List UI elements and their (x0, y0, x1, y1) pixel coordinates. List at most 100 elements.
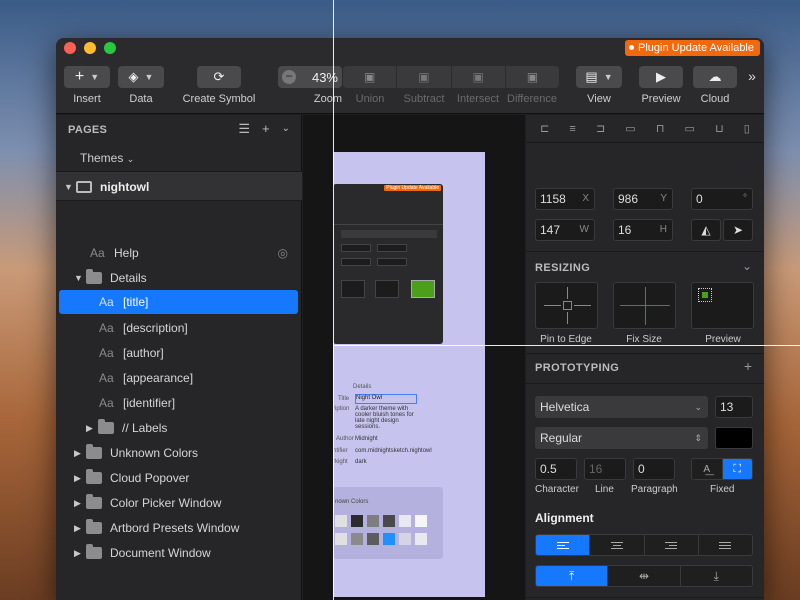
flip-vertical-button[interactable]: ➤ (723, 219, 753, 241)
page-item-nightowl[interactable]: ▼ nightowl (56, 171, 302, 201)
disclosure-closed-icon[interactable]: ▶ (86, 423, 98, 434)
text-color-swatch[interactable] (715, 427, 753, 449)
disclosure-closed-icon[interactable]: ▶ (74, 548, 86, 559)
pin-to-edge-control[interactable] (535, 282, 598, 329)
align-text-center-button[interactable] (590, 535, 645, 555)
canvas-title-label: Title (338, 396, 350, 402)
zoom-value: 43% (311, 69, 338, 85)
distribute-v-icon[interactable]: ▯ (744, 122, 750, 135)
create-symbol-label: Create Symbol (182, 93, 256, 105)
align-top-icon[interactable]: ⊓ (656, 122, 665, 135)
layer-description[interactable]: Aa [description] (56, 316, 302, 340)
align-middle-icon[interactable]: ▭ (685, 122, 695, 135)
cloud-button[interactable]: ☁ (693, 66, 737, 88)
layer-title-selected[interactable]: Aa [title] (59, 290, 298, 314)
hidden-eye-icon[interactable]: ◎ (278, 246, 288, 260)
distribute-h-icon[interactable]: ▭ (625, 122, 635, 135)
align-bottom-icon[interactable]: ⊔ (715, 122, 724, 135)
union-button[interactable]: ▣ (343, 66, 398, 88)
rotation-field[interactable]: 0 ° (691, 188, 753, 210)
font-weight-select[interactable]: Regular ⇕ (535, 427, 708, 449)
insert-button[interactable]: + ▼ (64, 66, 110, 88)
width-field[interactable]: 147 W (535, 219, 595, 241)
layer-details[interactable]: ▼ Details (56, 266, 302, 290)
data-button[interactable]: ◈ ▼ (118, 66, 164, 88)
subtract-button[interactable]: ▣ (397, 66, 452, 88)
align-left-icon[interactable]: ⊏ (540, 122, 549, 135)
chevron-down-icon[interactable]: ⌄ (742, 259, 752, 273)
text-layer-icon: Aa (99, 371, 114, 385)
view-button[interactable]: ▤ ▼ (576, 66, 622, 88)
rotation-suffix: ° (743, 193, 747, 204)
fix-size-control[interactable] (613, 282, 676, 329)
disclosure-closed-icon[interactable]: ▶ (74, 448, 86, 459)
layer-artbord-presets-window[interactable]: ▶ Artbord Presets Window (56, 516, 302, 540)
preview-button[interactable]: ▶ (639, 66, 683, 88)
paragraph-spacing-field[interactable]: 0 (633, 458, 675, 480)
fixed-label: Fixed (710, 484, 735, 495)
align-text-left-button[interactable] (536, 535, 591, 555)
align-justify-icon (719, 541, 732, 549)
page-name: nightowl (100, 180, 150, 194)
layer-document-window[interactable]: ▶ Document Window (56, 541, 302, 565)
canvas-details-label: Details (353, 384, 372, 390)
font-family-select[interactable]: Helvetica ⌄ (535, 396, 708, 418)
align-text-right-button[interactable] (645, 535, 699, 555)
layer-appearance[interactable]: Aa [appearance] (56, 366, 302, 390)
disclosure-open-icon[interactable]: ▼ (64, 182, 76, 192)
themes-label: Themes (80, 151, 124, 165)
themes-dropdown[interactable]: Themes ⌄ (80, 151, 134, 165)
disclosure-closed-icon[interactable]: ▶ (74, 473, 86, 484)
layer-help[interactable]: Aa Help ◎ (56, 241, 302, 265)
list-icon[interactable]: ☰ (238, 121, 250, 137)
chevron-down-icon[interactable]: ⌄ (282, 121, 290, 137)
valign-bottom-button[interactable]: ⤓ (681, 566, 752, 586)
layer-label: Cloud Popover (110, 471, 190, 485)
zoom-out-icon[interactable]: − (282, 70, 296, 84)
layer-label: // Labels (122, 421, 168, 435)
layer-identifier[interactable]: Aa [identifier] (56, 391, 302, 415)
toolbar-overflow[interactable]: » (744, 68, 760, 84)
flip-horizontal-button[interactable]: ◭ (691, 219, 721, 241)
disclosure-open-icon[interactable]: ▼ (74, 273, 86, 283)
height-field[interactable]: 16 H (613, 219, 673, 241)
align-text-justify-button[interactable] (699, 535, 752, 555)
layer-labels[interactable]: ▶ // Labels (56, 416, 302, 440)
valign-middle-icon: ⇹ (638, 569, 650, 583)
character-spacing-field[interactable]: 0.5 (535, 458, 577, 480)
prototyping-header: PROTOTYPING (535, 362, 620, 374)
canvas-author-value: Midnight (355, 436, 378, 442)
disclosure-closed-icon[interactable]: ▶ (74, 523, 86, 534)
layer-cloud-popover[interactable]: ▶ Cloud Popover (56, 466, 302, 490)
line-height-field[interactable]: 16 (584, 458, 626, 480)
align-center-h-icon[interactable]: ≡ (569, 123, 575, 135)
align-right-icon[interactable]: ⊐ (596, 122, 605, 135)
layer-color-picker-window[interactable]: ▶ Color Picker Window (56, 491, 302, 515)
valign-top-button[interactable]: ⤒ (536, 566, 609, 586)
auto-width-button[interactable]: A͟ (692, 459, 723, 479)
minimize-window-button[interactable] (84, 42, 96, 54)
intersect-button[interactable]: ▣ (452, 66, 506, 88)
layer-author[interactable]: Aa [author] (56, 341, 302, 365)
canvas-desc-value: A darker theme with cooler bluish tones … (355, 406, 414, 430)
difference-button[interactable]: ▣ (506, 66, 559, 88)
create-symbol-button[interactable]: ⟳ (197, 66, 241, 88)
valign-middle-button[interactable]: ⇹ (608, 566, 681, 586)
canvas[interactable]: Plugin Update Available Details Title Ni… (303, 115, 525, 600)
add-page-icon[interactable]: + (262, 121, 270, 137)
artboard[interactable]: Plugin Update Available Details Title Ni… (333, 152, 485, 597)
canvas-title-value[interactable]: Night Owl (355, 394, 417, 404)
h-suffix: H (659, 224, 667, 235)
add-prototype-icon[interactable]: + (744, 358, 752, 374)
chevron-down-icon: ⌄ (126, 154, 135, 164)
x-field[interactable]: 1158 X (535, 188, 595, 210)
zoom-window-button[interactable] (104, 42, 116, 54)
disclosure-closed-icon[interactable]: ▶ (74, 498, 86, 509)
chevron-down-icon: ▼ (603, 72, 613, 82)
fixed-size-button[interactable]: ⛶ (722, 459, 752, 479)
y-field[interactable]: 986 Y (613, 188, 673, 210)
close-window-button[interactable] (64, 42, 76, 54)
layer-unknown-colors[interactable]: ▶ Unknown Colors (56, 441, 302, 465)
plugin-update-badge[interactable]: Plugin Update Available (625, 40, 760, 56)
font-size-field[interactable]: 13 (715, 396, 753, 418)
